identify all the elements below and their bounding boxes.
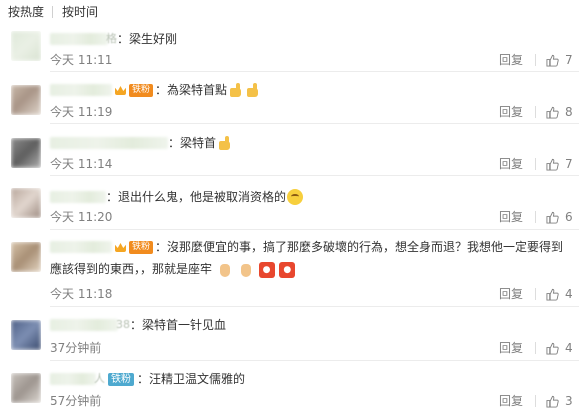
comment-text: ：沒那麼便宜的事，搞了那麼多破壞的行為，想全身而退？我想他一定要得到 (155, 240, 564, 254)
ok-hand-emoji-icon (217, 262, 233, 278)
like-count: 6 (565, 210, 573, 224)
comment-divider (50, 306, 579, 307)
comment-time: 今天 11:14 (50, 157, 113, 171)
action-separator (535, 395, 536, 407)
comment-actions: 回复 4 (499, 286, 573, 302)
username[interactable] (50, 33, 108, 45)
thumbs-up-emoji-icon (217, 135, 233, 151)
tab-separator (52, 5, 54, 18)
reply-button[interactable]: 回复 (499, 340, 523, 356)
comment-text: 應該得到的東西，，那就是座牢 (50, 262, 213, 276)
lion-dance-emoji-icon: ● (258, 261, 275, 278)
reply-button[interactable]: 回复 (499, 104, 523, 120)
avatar[interactable] (11, 320, 41, 350)
avatar[interactable] (11, 138, 41, 168)
comment-text: ：為梁特首點 (155, 83, 228, 97)
action-separator (535, 288, 536, 300)
like-count: 4 (565, 287, 573, 301)
username-tail[interactable]: 人 (94, 370, 105, 388)
action-separator (535, 54, 536, 66)
comment-actions: 回复 6 (499, 209, 573, 225)
thumbs-up-emoji-icon (245, 82, 261, 98)
like-count: 4 (565, 341, 573, 355)
action-separator (535, 342, 536, 354)
avatar[interactable] (11, 31, 41, 61)
sort-tabs: 按热度 按时间 (8, 3, 98, 20)
comment-content: ：退出什么鬼，他是被取消资格的 (50, 188, 304, 206)
comment-actions: 回复 8 (499, 104, 573, 120)
reply-button[interactable]: 回复 (499, 209, 523, 225)
comment-time: 今天 11:11 (50, 53, 113, 67)
tab-by-popularity[interactable]: 按热度 (8, 3, 44, 20)
comment-actions: 回复 4 (499, 340, 573, 356)
like-count: 8 (565, 105, 573, 119)
username[interactable] (50, 241, 112, 253)
reply-button[interactable]: 回复 (499, 156, 523, 172)
thumbs-up-icon[interactable] (546, 106, 559, 119)
username[interactable] (50, 137, 168, 149)
crown-icon (114, 241, 128, 253)
tab-by-time[interactable]: 按时间 (62, 3, 98, 20)
comment-actions: 回复 3 (499, 393, 573, 409)
like-count: 7 (565, 53, 573, 67)
reply-button[interactable]: 回复 (499, 286, 523, 302)
comment-divider (50, 71, 579, 72)
fans-badge[interactable]: 铁粉 (129, 240, 154, 254)
comment-divider (50, 175, 579, 176)
comment-divider (50, 123, 579, 124)
thumbs-up-icon[interactable] (546, 342, 559, 355)
comment-divider (50, 229, 579, 230)
reply-button[interactable]: 回复 (499, 393, 523, 409)
avatar[interactable] (11, 188, 41, 218)
comment-time: 今天 11:20 (50, 210, 113, 224)
username[interactable] (50, 319, 118, 331)
fans-badge[interactable]: 铁粉 (129, 83, 154, 97)
comment-text: ：汪精卫温文儒雅的 (137, 372, 246, 386)
action-separator (535, 211, 536, 223)
thumbs-up-icon[interactable] (546, 54, 559, 67)
comment-time: 57分钟前 (50, 394, 102, 408)
comment-actions: 回复 7 (499, 52, 573, 68)
comment-time: 今天 11:18 (50, 287, 113, 301)
comment-text: ：退出什么鬼，他是被取消资格的 (106, 190, 287, 204)
username[interactable] (50, 191, 106, 203)
action-separator (535, 158, 536, 170)
comment-content: ：梁特首 (50, 134, 233, 152)
comment-divider (50, 360, 579, 361)
username-tail[interactable]: 38 (116, 316, 130, 334)
embarrassed-face-emoji-icon (287, 189, 304, 205)
username-tail[interactable]: 格 (106, 30, 117, 48)
comment-content: 人 铁粉 ：汪精卫温文儒雅的 (50, 370, 245, 388)
action-separator (535, 106, 536, 118)
reply-button[interactable]: 回复 (499, 52, 523, 68)
comment-text: ：梁特首一针见血 (130, 318, 227, 332)
lion-dance-emoji-icon: ● (279, 261, 296, 278)
like-count: 3 (565, 394, 573, 408)
comment-text-continued: 應該得到的東西，，那就是座牢 ● ● (50, 260, 549, 278)
comment-content: 铁粉 ：沒那麼便宜的事，搞了那麼多破壞的行為，想全身而退？我想他一定要得到 (50, 238, 563, 256)
username[interactable] (50, 84, 112, 96)
comment-content: 铁粉 ：為梁特首點 (50, 81, 261, 99)
crown-icon (114, 84, 128, 96)
comment-time: 37分钟前 (50, 341, 102, 355)
comment-text: ：梁特首 (168, 136, 217, 150)
avatar[interactable] (11, 85, 41, 115)
thumbs-up-icon[interactable] (546, 158, 559, 171)
avatar[interactable] (11, 242, 41, 272)
comment-time: 今天 11:19 (50, 105, 113, 119)
comment-text: ：梁生好刚 (117, 32, 178, 46)
comment-content: 38 ：梁特首一针见血 (50, 316, 226, 334)
thumbs-up-emoji-icon (228, 82, 244, 98)
tiefen-badge[interactable]: 铁粉 (108, 372, 134, 386)
thumbs-up-icon[interactable] (546, 211, 559, 224)
thumbs-up-icon[interactable] (546, 395, 559, 408)
avatar[interactable] (11, 373, 41, 403)
like-count: 7 (565, 157, 573, 171)
comment-actions: 回复 7 (499, 156, 573, 172)
thumbs-up-icon[interactable] (546, 288, 559, 301)
comment-content: 格 ：梁生好刚 (50, 30, 177, 48)
username[interactable] (50, 373, 96, 385)
ok-hand-emoji-icon (238, 262, 254, 278)
